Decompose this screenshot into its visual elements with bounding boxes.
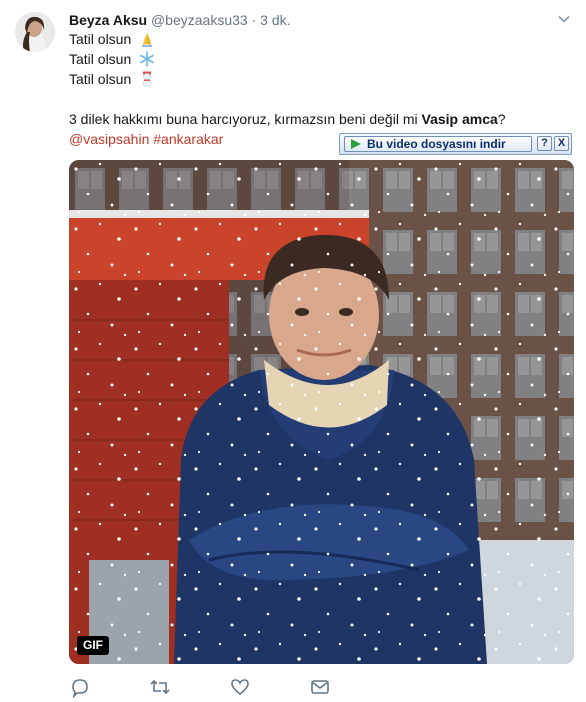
- tweet-line-text: Tatil olsun: [69, 71, 132, 87]
- gif-badge: GIF: [77, 636, 109, 655]
- snowflake-icon: [140, 51, 154, 67]
- tweet-line-text: Tatil olsun: [69, 51, 132, 67]
- tweet-line: Tatil olsun: [69, 49, 569, 69]
- sentence-text: 3 dilek hakkımı buna harcıyoruz, kırmazs…: [69, 111, 422, 127]
- tweet-sentence: 3 dilek hakkımı buna harcıyoruz, kırmazs…: [69, 109, 569, 129]
- chevron-down-icon[interactable]: [557, 12, 571, 26]
- tweet-line-text: Tatil olsun: [69, 31, 132, 47]
- folded-hands-emoji-icon: [142, 33, 153, 47]
- display-name[interactable]: Beyza Aksu: [69, 12, 147, 28]
- tweet-actions: [69, 676, 369, 698]
- tweet-line: Tatil olsun: [69, 69, 569, 89]
- snowman-icon: [142, 71, 152, 87]
- close-button[interactable]: X: [554, 136, 569, 151]
- timestamp[interactable]: 3 dk.: [260, 12, 290, 28]
- play-icon: [351, 139, 361, 149]
- avatar-image: [15, 12, 55, 52]
- hashtag-link[interactable]: #ankarakar: [153, 131, 223, 147]
- tweet-header: Beyza Aksu @beyzaaksu33 · 3 dk.: [69, 12, 291, 28]
- reply-icon[interactable]: [69, 676, 91, 698]
- separator: ·: [251, 12, 257, 28]
- sentence-bold: Vasip amca: [421, 111, 498, 127]
- tweet-text: Tatil olsun Tatil olsun Tatil olsun 3 di…: [69, 29, 569, 149]
- gif-media[interactable]: [69, 160, 574, 664]
- retweet-icon[interactable]: [149, 676, 171, 698]
- tweet-line: Tatil olsun: [69, 29, 569, 49]
- sentence-end: ?: [497, 111, 506, 127]
- avatar[interactable]: [15, 12, 55, 52]
- direct-message-icon[interactable]: [309, 676, 331, 698]
- download-video-label: Bu video dosyasını indir: [367, 137, 506, 151]
- mention-link[interactable]: @vasipsahin: [69, 131, 149, 147]
- username[interactable]: @beyzaaksu33: [151, 12, 248, 28]
- video-download-bar: Bu video dosyasını indir ? X: [339, 133, 572, 155]
- like-heart-icon[interactable]: [229, 676, 251, 698]
- gif-frame-image: [69, 160, 574, 664]
- help-button[interactable]: ?: [537, 136, 552, 151]
- download-video-button[interactable]: Bu video dosyasını indir: [344, 136, 532, 152]
